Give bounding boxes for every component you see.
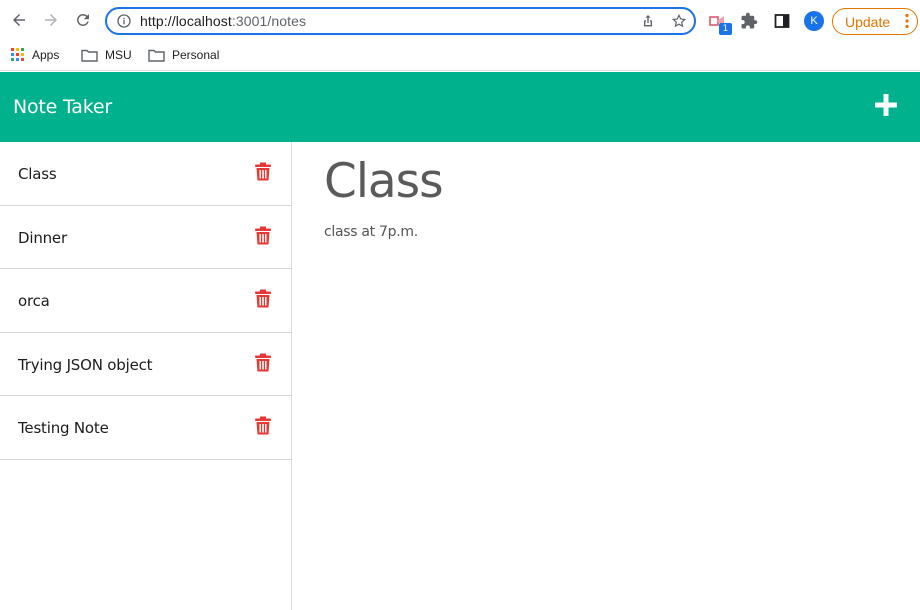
- plus-icon[interactable]: [873, 92, 899, 118]
- note-title-field[interactable]: Class: [324, 154, 444, 209]
- folder-icon: [148, 49, 165, 62]
- list-item[interactable]: Dinner: [0, 206, 291, 269]
- back-button[interactable]: [8, 9, 30, 31]
- apps-grid-icon: [11, 48, 24, 61]
- profile-avatar[interactable]: K: [804, 11, 824, 31]
- address-bar[interactable]: http://localhost:3001/notes: [105, 7, 696, 35]
- url-host: http://localhost: [140, 13, 232, 29]
- folder-icon: [81, 49, 98, 62]
- bookmark-label: Apps: [32, 48, 60, 62]
- reload-icon: [76, 13, 89, 26]
- bookmark-star-icon[interactable]: [671, 13, 687, 29]
- extension-badge: 1: [719, 23, 732, 35]
- trash-icon[interactable]: [255, 416, 271, 435]
- trash-icon[interactable]: [255, 289, 271, 308]
- url-path: :3001/notes: [231, 13, 307, 29]
- forward-button[interactable]: [40, 9, 62, 31]
- note-text-field[interactable]: class at 7p.m.: [324, 224, 418, 240]
- list-item[interactable]: Class: [0, 142, 291, 206]
- bookmark-apps[interactable]: Apps: [11, 45, 59, 65]
- reload-button[interactable]: [72, 9, 94, 31]
- list-item[interactable]: orca: [0, 269, 291, 333]
- list-item[interactable]: Trying JSON object: [0, 333, 291, 396]
- notes-list: Class Dinner orca Trying JSON object Tes…: [0, 142, 292, 610]
- note-title: Trying JSON object: [18, 355, 153, 374]
- bookmark-label: Personal: [172, 48, 220, 62]
- list-item[interactable]: Testing Note: [0, 396, 291, 460]
- trash-icon[interactable]: [255, 353, 271, 372]
- bookmark-personal[interactable]: Personal: [148, 45, 219, 65]
- more-vert-icon: [905, 13, 909, 29]
- bookmarks-bar: Apps MSU Personal: [0, 42, 920, 71]
- side-panel-button[interactable]: [771, 10, 793, 32]
- arrow-right-icon: [45, 14, 57, 26]
- arrow-left-icon: [13, 14, 25, 26]
- browser-toolbar: http://localhost:3001/notes 1 K Update: [0, 0, 920, 42]
- url-text[interactable]: http://localhost:3001/notes: [140, 13, 306, 29]
- side-panel-icon: [774, 14, 790, 28]
- info-icon[interactable]: [116, 13, 132, 29]
- app-header: Note Taker: [0, 72, 920, 142]
- note-title: Dinner: [18, 228, 67, 247]
- bookmark-label: MSU: [105, 48, 132, 62]
- trash-icon[interactable]: [255, 226, 271, 245]
- extensions-button[interactable]: [738, 10, 760, 32]
- app-title: Note Taker: [13, 96, 112, 118]
- bookmark-msu[interactable]: MSU: [81, 45, 132, 65]
- note-title: Class: [18, 165, 57, 183]
- share-icon[interactable]: [640, 13, 656, 29]
- update-button[interactable]: Update: [832, 8, 918, 35]
- note-editor: Class class at 7p.m.: [293, 142, 920, 610]
- note-title: Testing Note: [18, 419, 109, 437]
- note-title: orca: [18, 292, 50, 310]
- trash-icon[interactable]: [255, 162, 271, 181]
- puzzle-icon: [741, 12, 758, 29]
- update-label: Update: [845, 14, 891, 30]
